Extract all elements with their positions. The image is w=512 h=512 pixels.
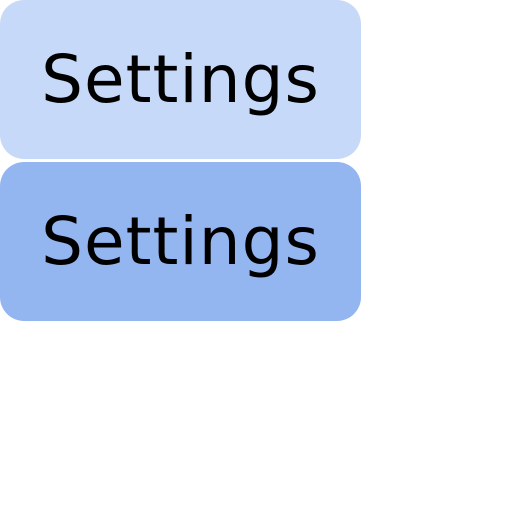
settings-button[interactable]: Settings [0,0,361,159]
canvas: Settings Settings [0,0,512,512]
settings-button-label: Settings [41,40,320,118]
settings-button-hover-label: Settings [41,202,320,280]
settings-button-hover[interactable]: Settings [0,162,361,321]
